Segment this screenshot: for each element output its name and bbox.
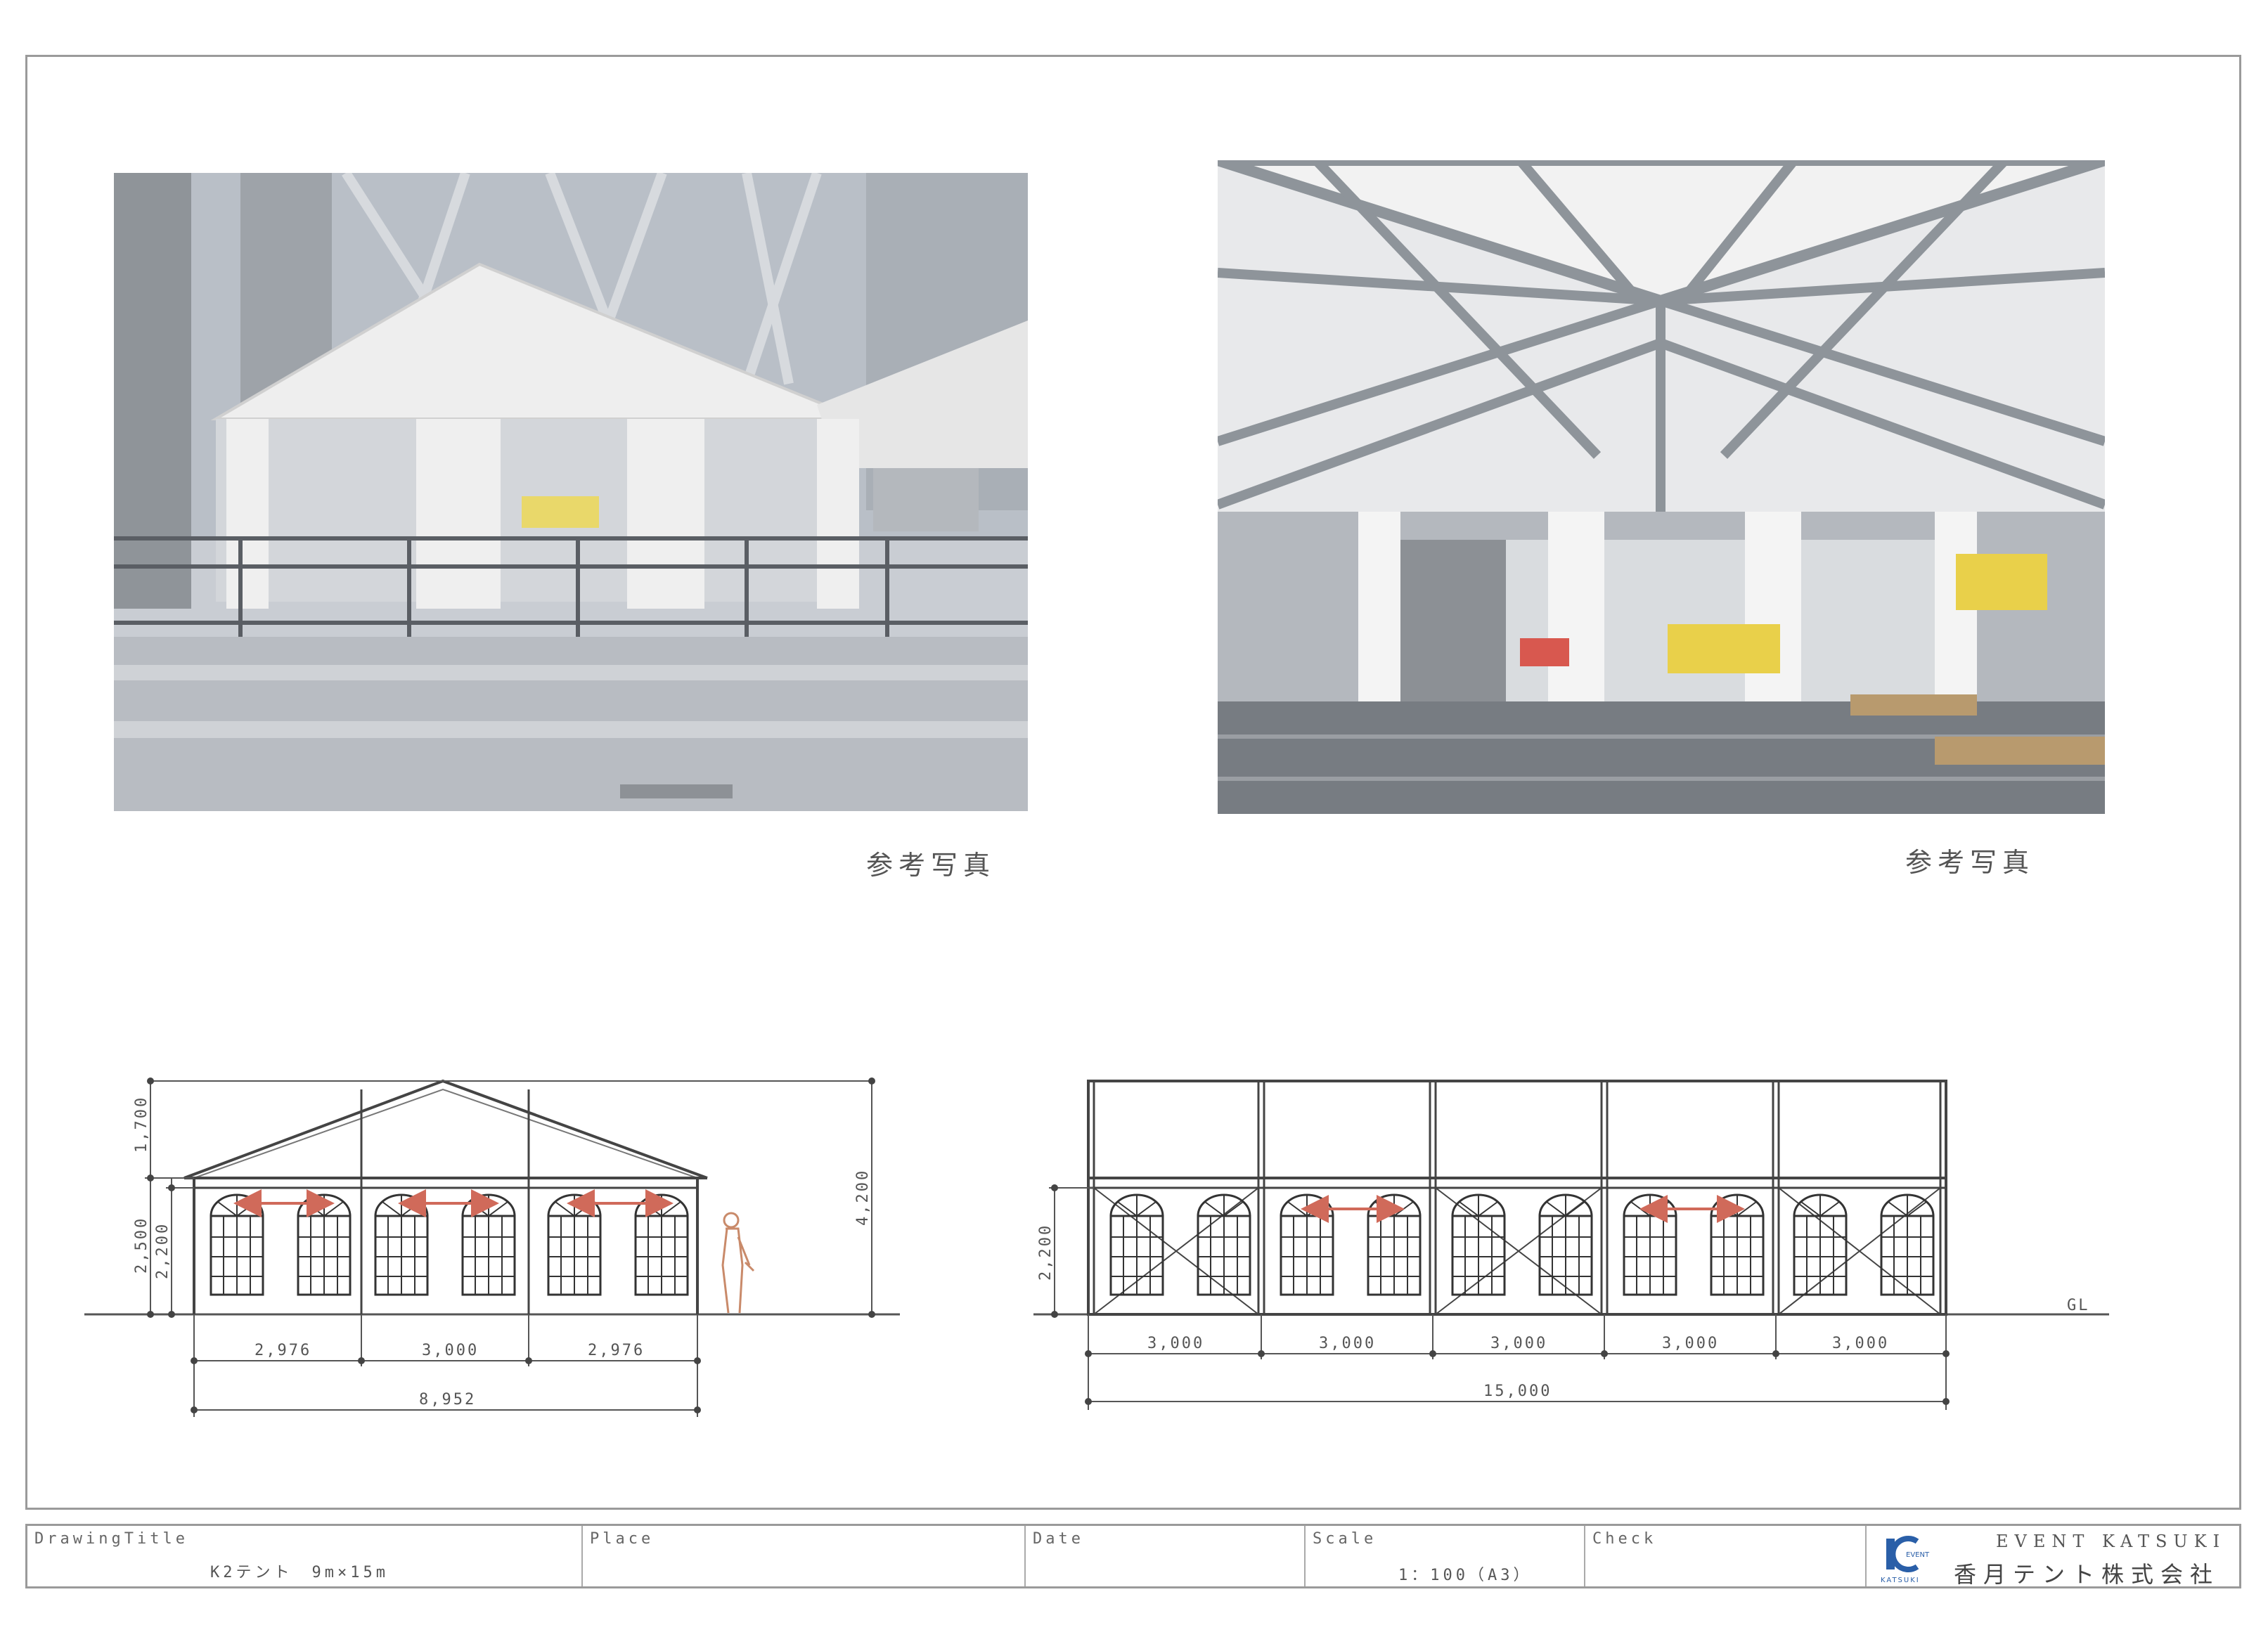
human-scale-figure: [721, 1212, 755, 1314]
title-cell-check: Check: [1585, 1526, 1867, 1586]
scale-label: Scale: [1313, 1530, 1377, 1548]
drawing-title-value: K2テント 9m×15m: [210, 1564, 389, 1581]
dim-front-total-width: 8,952: [419, 1391, 476, 1409]
dim-front-bay-1: 2,976: [254, 1342, 311, 1359]
dim-side-bay-4: 3,000: [1662, 1335, 1719, 1352]
company-logo-block: EVENT KATSUKI EVENT KATSUKI 香月テント株式会社: [1862, 1526, 2239, 1588]
company-name-en: EVENT KATSUKI: [1996, 1532, 2227, 1551]
katsuki-logo-icon: EVENT KATSUKI: [1881, 1536, 1930, 1584]
dim-side-window-height: 2,200: [1037, 1224, 1055, 1281]
dim-front-total-height: 4,200: [854, 1169, 872, 1226]
dim-front-wall-height: 2,500: [133, 1217, 150, 1274]
side-elevation: 2,200 3,000 3,000 3,000 3,000 3,000 15,0…: [1037, 1080, 2090, 1410]
ground-line-label: GL: [2067, 1297, 2090, 1314]
dim-side-total-length: 15,000: [1483, 1383, 1552, 1400]
dim-front-bay-2: 3,000: [422, 1342, 479, 1359]
dim-front-bay-3: 2,976: [588, 1342, 645, 1359]
dim-side-bay-3: 3,000: [1490, 1335, 1547, 1352]
elevation-drawings: 1,700 2,500 2,200 4,200 2,976 3,000 2,97…: [84, 1077, 2109, 1417]
logo-text: KATSUKI: [1881, 1577, 1920, 1584]
title-cell-date: Date: [1026, 1526, 1306, 1586]
dim-side-bay-2: 3,000: [1319, 1335, 1376, 1352]
place-label: Place: [590, 1530, 655, 1548]
dim-front-window-height: 2,200: [154, 1222, 172, 1279]
dim-side-bay-5: 3,000: [1832, 1335, 1889, 1352]
title-cell-drawing-title: DrawingTitle K2テント 9m×15m: [27, 1526, 583, 1586]
front-elevation: 1,700 2,500 2,200 4,200 2,976 3,000 2,97…: [133, 1077, 875, 1417]
title-cell-place: Place: [583, 1526, 1026, 1586]
title-block: DrawingTitle K2テント 9m×15m Place Date Sca…: [25, 1524, 2241, 1588]
check-label: Check: [1592, 1530, 1657, 1548]
svg-text:EVENT: EVENT: [1906, 1551, 1930, 1559]
scale-value: 1：100（A3）: [1398, 1567, 1533, 1584]
dim-front-roof-height: 1,700: [133, 1096, 150, 1153]
dim-side-bay-1: 3,000: [1147, 1335, 1204, 1352]
date-label: Date: [1033, 1530, 1084, 1548]
company-name-jp: 香月テント株式会社: [1954, 1561, 2220, 1588]
drawing-title-label: DrawingTitle: [34, 1530, 188, 1548]
